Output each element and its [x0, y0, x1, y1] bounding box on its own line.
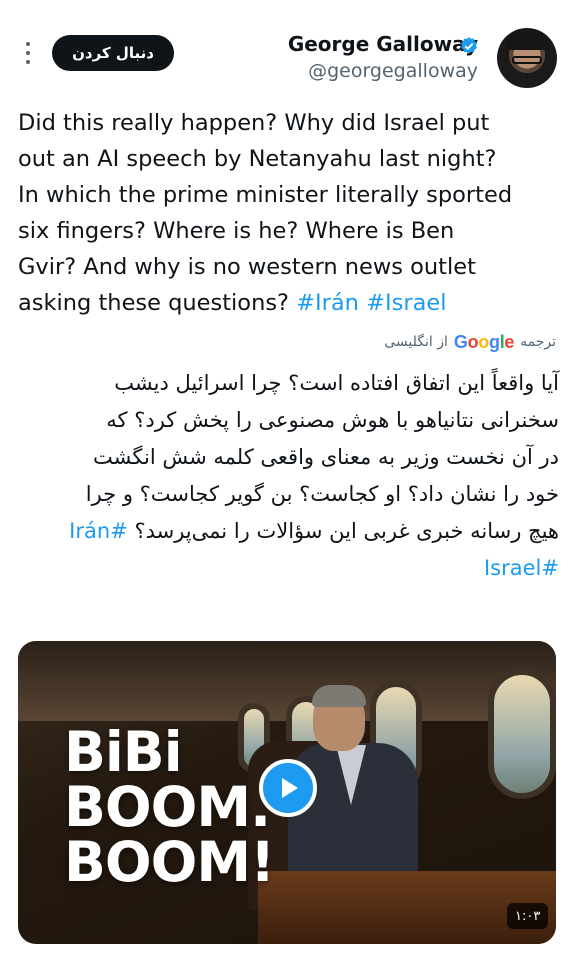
tweet-line: In which the prime minister literally sp…: [18, 182, 513, 208]
verified-badge-icon: [461, 37, 477, 54]
translated-line: هیچ رسانه خبری غربی این سؤالات را نمی‌پر…: [14, 513, 559, 550]
overlay-line: BiBi: [64, 720, 183, 784]
video-thumbnail[interactable]: BiBi BOOM. BOOM! ۱:۰۳: [18, 641, 556, 944]
tweet-line: Did this really happen? Why did Israel p…: [18, 110, 490, 136]
hashtag-israel[interactable]: #Israel: [366, 290, 446, 316]
translated-line-text: هیچ رسانه خبری غربی این سؤالات را نمی‌پر…: [134, 519, 559, 543]
translate-label: ترجمه: [520, 334, 556, 350]
person-hair: [312, 685, 366, 707]
more-options-icon[interactable]: [26, 42, 32, 64]
translate-source-language: از انگلیسی: [384, 334, 448, 350]
avatar-glasses: [512, 56, 542, 64]
user-handle[interactable]: @georgegalloway: [308, 60, 478, 82]
translated-line: آیا واقعاً این اتفاق افتاده است؟ چرا اسر…: [114, 371, 559, 395]
display-name[interactable]: George Galloway: [288, 32, 478, 56]
translate-attribution[interactable]: ترجمه Google از انگلیسی: [384, 329, 556, 355]
follow-button[interactable]: دنبال کردن: [52, 35, 174, 71]
hashtag-iran[interactable]: #Irán: [296, 290, 359, 316]
google-logo: Google: [453, 331, 515, 352]
translated-hashtag-israel[interactable]: #Israel: [484, 556, 559, 580]
tweet-line: Gvir? And why is no western news outlet: [18, 254, 476, 280]
overlay-line: BOOM.: [64, 775, 271, 839]
translated-line: خود را نشان داد؟ او کجاست؟ بن گویر کجاست…: [85, 482, 559, 506]
tweet-line: out an AI speech by Netanyahu last night…: [18, 146, 497, 172]
avatar-hat: [505, 30, 549, 50]
translated-text: آیا واقعاً این اتفاق افتاده است؟ چرا اسر…: [14, 365, 559, 587]
translated-line: سخنرانی نتانیاهو با هوش مصنوعی را پخش کر…: [106, 408, 559, 432]
overlay-line: BOOM!: [64, 830, 275, 894]
avatar[interactable]: [497, 28, 557, 88]
tweet-text: Did this really happen? Why did Israel p…: [18, 105, 563, 321]
play-icon: [282, 778, 298, 798]
tweet-line-text: asking these questions?: [18, 290, 289, 316]
cabin-window: [488, 669, 556, 799]
tweet-header: دنبال کردن George Galloway @georgegallow…: [0, 0, 574, 100]
translated-line: #Israel: [14, 550, 559, 587]
translated-line: در آن نخست وزیر به معنای واقعی کلمه شش ا…: [93, 445, 559, 469]
play-button[interactable]: [259, 759, 317, 817]
tweet-line: asking these questions? #Irán #Israel: [18, 285, 563, 321]
video-overlay-title: BiBi BOOM. BOOM!: [64, 720, 275, 894]
translated-hashtag-iran[interactable]: #Irán: [69, 519, 128, 543]
video-duration-badge: ۱:۰۳: [507, 903, 549, 929]
tweet-line: six fingers? Where is he? Where is Ben: [18, 218, 455, 244]
